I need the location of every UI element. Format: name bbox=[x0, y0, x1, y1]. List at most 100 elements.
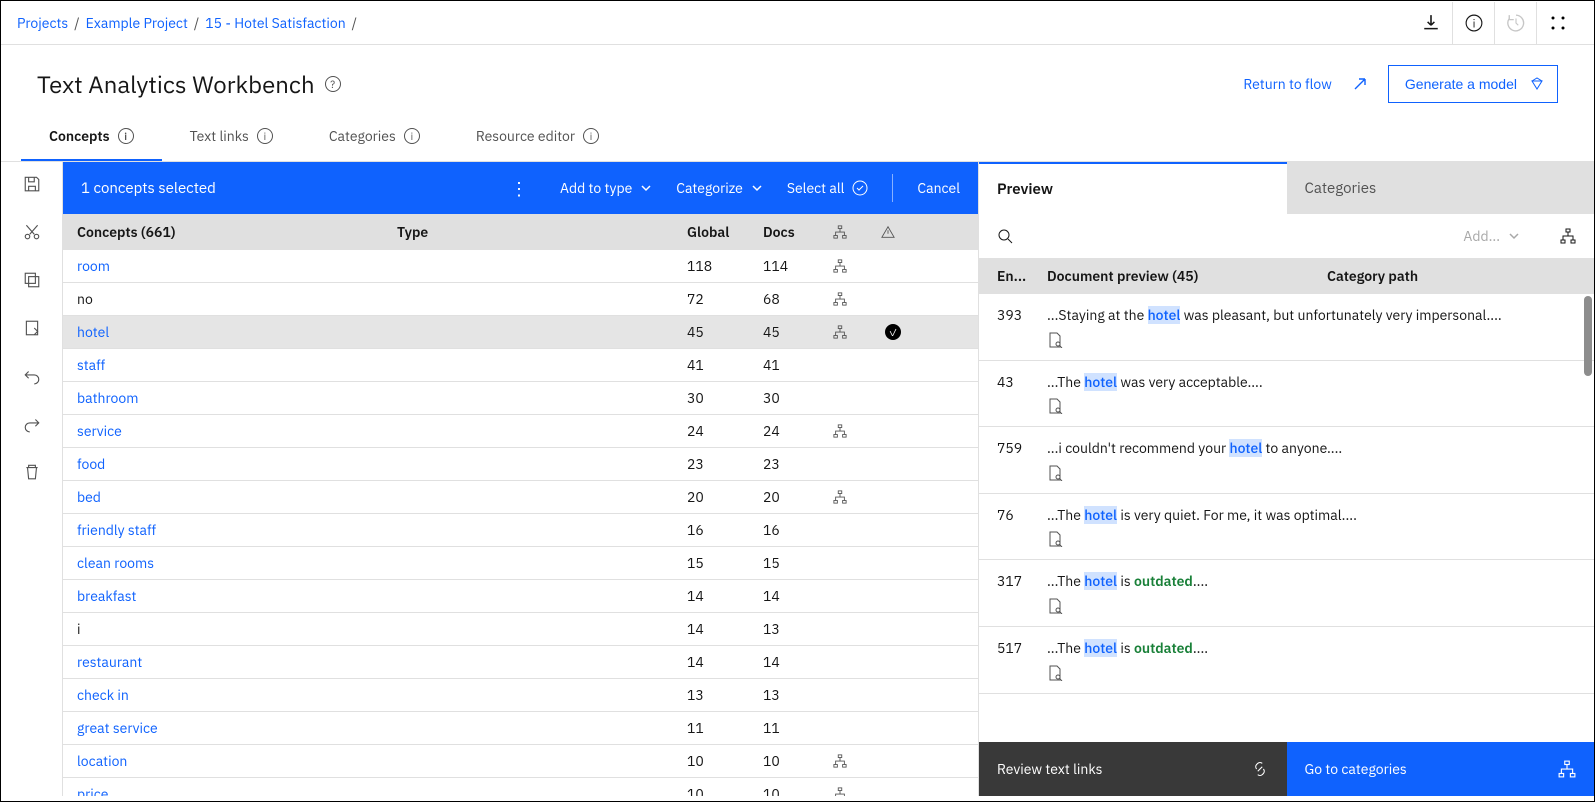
col-global[interactable]: Global bbox=[687, 223, 763, 241]
concept-link[interactable]: hotel bbox=[77, 323, 109, 341]
global-cell: 72 bbox=[687, 290, 763, 308]
overflow-menu-icon[interactable]: ⋮ bbox=[502, 177, 536, 200]
table-row[interactable]: friendly staff1616 bbox=[63, 514, 978, 547]
preview-row[interactable]: 317...The hotel is outdated.... bbox=[979, 560, 1594, 627]
download-icon[interactable] bbox=[1410, 2, 1452, 44]
table-row[interactable]: staff4141 bbox=[63, 349, 978, 382]
check-icon: ✓ bbox=[885, 324, 901, 340]
redo-icon[interactable] bbox=[22, 414, 42, 434]
table-row[interactable]: location1010 bbox=[63, 745, 978, 778]
col-docs[interactable]: Docs bbox=[763, 223, 833, 241]
global-cell: 10 bbox=[687, 752, 763, 770]
page-title: Text Analytics Workbench ? bbox=[37, 68, 341, 100]
paste-icon[interactable] bbox=[22, 318, 42, 338]
concept-link[interactable]: bathroom bbox=[77, 389, 138, 407]
table-row[interactable]: check in1313 bbox=[63, 679, 978, 712]
table-row[interactable]: no7268 bbox=[63, 283, 978, 316]
document-icon[interactable] bbox=[1047, 665, 1576, 681]
document-icon[interactable] bbox=[1047, 332, 1576, 348]
concept-link[interactable]: location bbox=[77, 752, 127, 770]
concept-cell: service bbox=[77, 422, 397, 440]
concept-link[interactable]: check in bbox=[77, 686, 129, 704]
trash-icon[interactable] bbox=[22, 462, 42, 482]
expand-icon[interactable] bbox=[1352, 76, 1368, 92]
generate-model-button[interactable]: Generate a model bbox=[1388, 65, 1558, 103]
table-row[interactable]: clean rooms1515 bbox=[63, 547, 978, 580]
document-icon[interactable] bbox=[1047, 465, 1576, 481]
table-row[interactable]: great service1111 bbox=[63, 712, 978, 745]
cancel-button[interactable]: Cancel bbox=[917, 179, 960, 197]
concept-link[interactable]: breakfast bbox=[77, 587, 136, 605]
table-row[interactable]: bed2020 bbox=[63, 481, 978, 514]
col-hierarchy-icon[interactable] bbox=[833, 225, 873, 239]
tab-text-links[interactable]: Text linksi bbox=[162, 113, 301, 161]
info-icon[interactable]: i bbox=[118, 128, 134, 144]
review-text-links-button[interactable]: Review text links bbox=[979, 742, 1287, 796]
preview-row[interactable]: 76...The hotel is very quiet. For me, it… bbox=[979, 494, 1594, 561]
docs-cell: 14 bbox=[763, 587, 833, 605]
go-to-categories-button[interactable]: Go to categories bbox=[1287, 742, 1595, 796]
info-icon[interactable]: i bbox=[1452, 2, 1494, 44]
tab-preview-categories[interactable]: Categories bbox=[1287, 162, 1595, 214]
table-row[interactable]: i1413 bbox=[63, 613, 978, 646]
copy-icon[interactable] bbox=[22, 270, 42, 290]
tab-preview[interactable]: Preview bbox=[979, 162, 1287, 214]
table-row[interactable]: restaurant1414 bbox=[63, 646, 978, 679]
col-entry[interactable]: En... bbox=[997, 267, 1047, 285]
col-type[interactable]: Type bbox=[397, 223, 687, 241]
table-row[interactable]: room118114 bbox=[63, 250, 978, 283]
col-category-path[interactable]: Category path bbox=[1327, 267, 1576, 285]
info-icon[interactable]: i bbox=[257, 128, 273, 144]
categorize-button[interactable]: Categorize bbox=[676, 179, 763, 197]
info-icon[interactable]: i bbox=[583, 128, 599, 144]
concept-link[interactable]: clean rooms bbox=[77, 554, 154, 572]
tab-categories[interactable]: Categoriesi bbox=[301, 113, 448, 161]
add-dropdown[interactable]: Add... bbox=[1463, 227, 1520, 245]
info-icon[interactable]: i bbox=[404, 128, 420, 144]
preview-row[interactable]: 43...The hotel was very acceptable.... bbox=[979, 361, 1594, 428]
concept-link[interactable]: food bbox=[77, 455, 105, 473]
help-icon[interactable]: ? bbox=[325, 76, 341, 92]
table-row[interactable]: service2424 bbox=[63, 415, 978, 448]
save-icon[interactable] bbox=[22, 174, 42, 194]
document-icon[interactable] bbox=[1047, 598, 1576, 614]
table-row[interactable]: food2323 bbox=[63, 448, 978, 481]
breadcrumb-sep: / bbox=[194, 14, 199, 32]
breadcrumb-projects[interactable]: Projects bbox=[17, 14, 68, 32]
preview-row[interactable]: 759...i couldn't recommend your hotel to… bbox=[979, 427, 1594, 494]
concept-link[interactable]: friendly staff bbox=[77, 521, 156, 539]
history-icon[interactable] bbox=[1494, 2, 1536, 44]
concept-link[interactable]: staff bbox=[77, 356, 105, 374]
concept-link[interactable]: service bbox=[77, 422, 122, 440]
search-icon[interactable] bbox=[997, 228, 1013, 244]
table-row[interactable]: bathroom3030 bbox=[63, 382, 978, 415]
breadcrumb-project[interactable]: Example Project bbox=[86, 14, 188, 32]
concept-link[interactable]: room bbox=[77, 257, 110, 275]
tab-resource-editor[interactable]: Resource editori bbox=[448, 113, 627, 161]
breadcrumb-flow[interactable]: 15 - Hotel Satisfaction bbox=[205, 14, 345, 32]
document-icon[interactable] bbox=[1047, 398, 1576, 414]
concept-link[interactable]: great service bbox=[77, 719, 158, 737]
hierarchy-icon[interactable] bbox=[1560, 228, 1576, 244]
concept-link[interactable]: bed bbox=[77, 488, 101, 506]
undo-icon[interactable] bbox=[22, 366, 42, 386]
apps-icon[interactable] bbox=[1536, 2, 1578, 44]
return-to-flow-link[interactable]: Return to flow bbox=[1243, 75, 1332, 93]
cut-icon[interactable] bbox=[22, 222, 42, 242]
preview-row[interactable]: 393...Staying at the hotel was pleasant,… bbox=[979, 294, 1594, 361]
select-all-button[interactable]: Select all bbox=[787, 179, 869, 197]
tab-concepts[interactable]: Conceptsi bbox=[21, 113, 162, 161]
add-to-type-button[interactable]: Add to type bbox=[560, 179, 652, 197]
col-concepts[interactable]: Concepts (661) bbox=[77, 223, 397, 241]
concept-link[interactable]: restaurant bbox=[77, 653, 142, 671]
hierarchy-cell bbox=[833, 754, 873, 768]
table-row[interactable]: hotel4545✓ bbox=[63, 316, 978, 349]
preview-row[interactable]: 517...The hotel is outdated.... bbox=[979, 627, 1594, 694]
table-row[interactable]: price1010 bbox=[63, 778, 978, 796]
top-bar: Projects / Example Project / 15 - Hotel … bbox=[1, 1, 1594, 45]
document-icon[interactable] bbox=[1047, 531, 1576, 547]
col-warning-icon[interactable] bbox=[881, 225, 921, 239]
concept-link[interactable]: price bbox=[77, 785, 108, 796]
table-row[interactable]: breakfast1414 bbox=[63, 580, 978, 613]
col-doc-preview[interactable]: Document preview (45) bbox=[1047, 267, 1327, 285]
